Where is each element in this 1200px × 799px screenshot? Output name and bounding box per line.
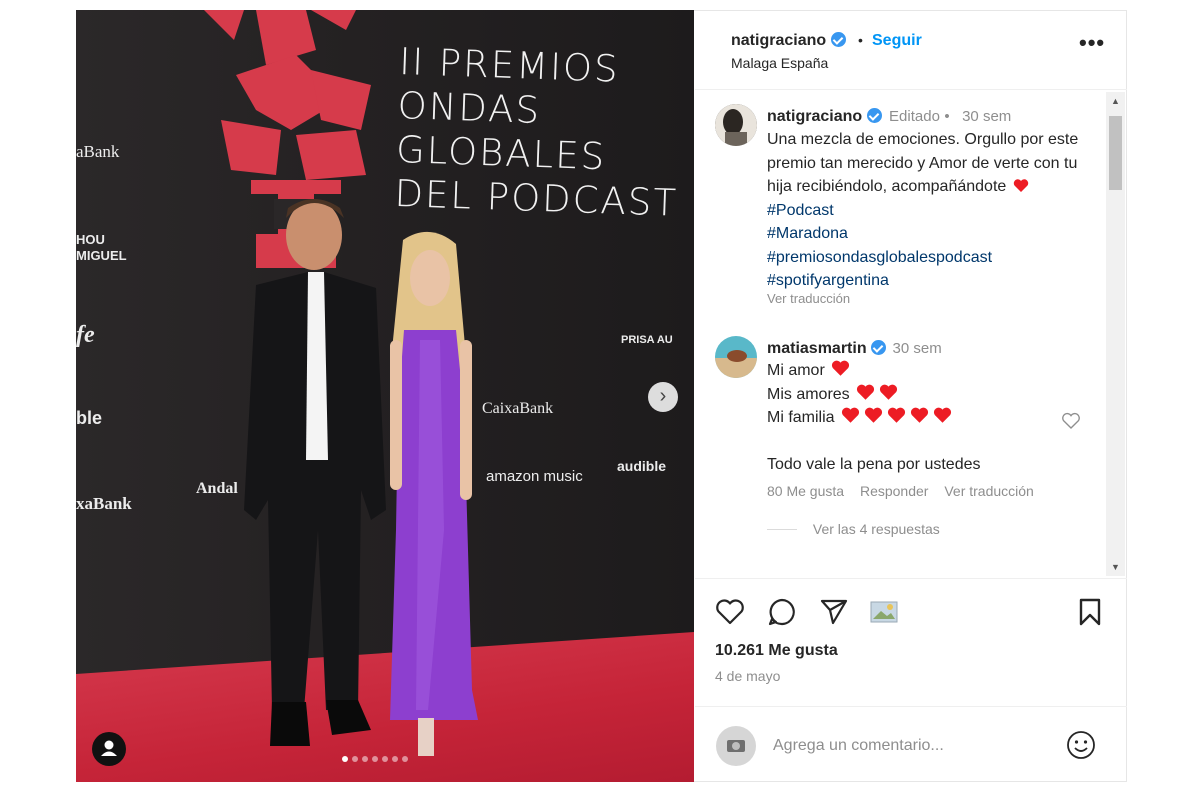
carousel-dot [342,756,348,762]
comments-scrollbar[interactable]: ▲ ▼ [1106,92,1125,576]
sponsor-logo: PRISA AU [621,334,673,346]
comment: matiasmartin 30 sem Mi amor Mis amores M… [767,340,1097,537]
hashtag-link[interactable]: #Podcast [767,202,834,219]
hashtag-link[interactable]: #spotifyargentina [767,272,889,289]
location-link[interactable]: Malaga España [731,55,828,71]
edited-label: Editado [889,108,940,125]
comment-icon[interactable] [767,597,797,627]
sponsor-logo: amazon music [486,468,583,485]
sponsor-logo: ble [76,408,103,428]
verified-icon [866,108,882,123]
heart-emoji-icon [856,384,874,400]
comment-meta-row: 80 Me gusta Responder Ver traducción [767,483,1097,499]
sponsor-logo: HOU [76,232,105,247]
post-header: natigraciano • Seguir Malaga España ••• [695,10,1127,90]
comment-username[interactable]: matiasmartin [767,340,867,357]
view-replies-button[interactable]: Ver las 4 respuestas [813,521,940,537]
carousel-dots [342,756,408,762]
sponsor-logo: MIGUEL [76,248,127,263]
comment-line: Mis amores [767,383,1097,407]
caption-body: Una mezcla de emociones. Orgullo por est… [767,131,1079,195]
comment-line-text: Mi familia [767,409,835,426]
comment-line: Mi amor [767,359,1097,383]
comment-line-text: Mis amores [767,385,850,403]
share-icon[interactable] [819,597,849,627]
sponsor-logo: fe [76,322,95,348]
event-title: II PREMIOS ONDAS GLOBALES DEL PODCAST [394,40,690,226]
scroll-thumb[interactable] [1109,116,1122,190]
comment-line: Mi familia [767,406,1097,430]
tagged-users-button[interactable] [92,732,126,766]
user-icon [101,740,117,756]
replies-line [767,529,797,530]
image-icon[interactable] [869,597,899,627]
scroll-down-icon[interactable]: ▼ [1106,562,1125,572]
add-comment-bar: Agrega un comentario... [695,706,1127,782]
more-options-icon[interactable]: ••• [1079,30,1105,56]
heart-emoji-icon [910,407,928,423]
like-count[interactable]: 10.261 Me gusta [715,642,838,660]
follow-button[interactable]: Seguir [872,32,922,50]
verified-icon [830,32,846,47]
emoji-icon[interactable] [1065,729,1097,761]
heart-emoji-icon [887,407,905,423]
carousel-dot [362,756,368,762]
sponsor-logo: aBank [76,142,120,161]
caption: natigraciano Editado • 30 sem Una mezcla… [767,108,1087,306]
like-comment-icon[interactable] [1061,412,1081,430]
verified-icon [871,340,887,355]
hashtag-link[interactable]: #premiosondasglobalespodcast [767,249,992,266]
author-username[interactable]: natigraciano [731,32,826,49]
avatar-photo [715,104,757,146]
post-date: 4 de mayo [715,668,781,684]
reply-button[interactable]: Responder [860,483,929,499]
caption-username[interactable]: natigraciano [767,108,862,125]
header-user: natigraciano [731,32,846,50]
user-avatar [716,726,756,766]
heart-emoji-icon [864,407,882,423]
comment-translate[interactable]: Ver traducción [944,483,1034,499]
next-image-button[interactable]: › [648,382,678,412]
commenter-avatar[interactable] [715,336,757,378]
caption-text: Una mezcla de emociones. Orgullo por est… [767,128,1087,293]
sponsor-logo: xaBank [76,494,132,513]
avatar-photo [715,336,757,378]
separator-dot: • [858,32,863,48]
sponsor-logo: audible [617,458,667,474]
woman-figure [390,231,478,756]
hashtag-link[interactable]: #Maradona [767,225,848,242]
separator-dot: • [944,108,950,125]
view-replies-row[interactable]: Ver las 4 respuestas [767,521,1097,537]
comments-section[interactable]: natigraciano Editado • 30 sem Una mezcla… [695,90,1127,578]
caption-translate[interactable]: Ver traducción [767,291,1087,306]
comment-likes[interactable]: 80 Me gusta [767,483,844,499]
carousel-dot [382,756,388,762]
heart-emoji-icon [1013,179,1028,192]
author-avatar[interactable] [715,104,757,146]
heart-emoji-icon [831,360,849,376]
heart-emoji-icon [933,407,951,423]
heart-emoji-icon [841,407,859,423]
caption-time: 30 sem [962,108,1012,125]
post-photo[interactable]: II PREMIOS ONDAS GLOBALES DEL PODCAST aB… [76,10,694,782]
carousel-dot [392,756,398,762]
like-icon[interactable] [715,597,745,627]
carousel-dot [352,756,358,762]
action-bar: 10.261 Me gusta 4 de mayo [695,578,1127,698]
carousel-dot [402,756,408,762]
heart-emoji-icon [879,384,897,400]
comment-text: Mi amor Mis amores Mi familia Todo vale … [767,359,1097,476]
comment-input[interactable]: Agrega un comentario... [773,737,944,755]
comment-line-text: Todo vale la pena por ustedes [767,455,981,473]
carousel-dot [372,756,378,762]
scroll-up-icon[interactable]: ▲ [1106,96,1125,106]
comment-line-text: Mi amor [767,362,825,379]
comment-time: 30 sem [892,340,942,357]
save-icon[interactable] [1075,597,1105,627]
